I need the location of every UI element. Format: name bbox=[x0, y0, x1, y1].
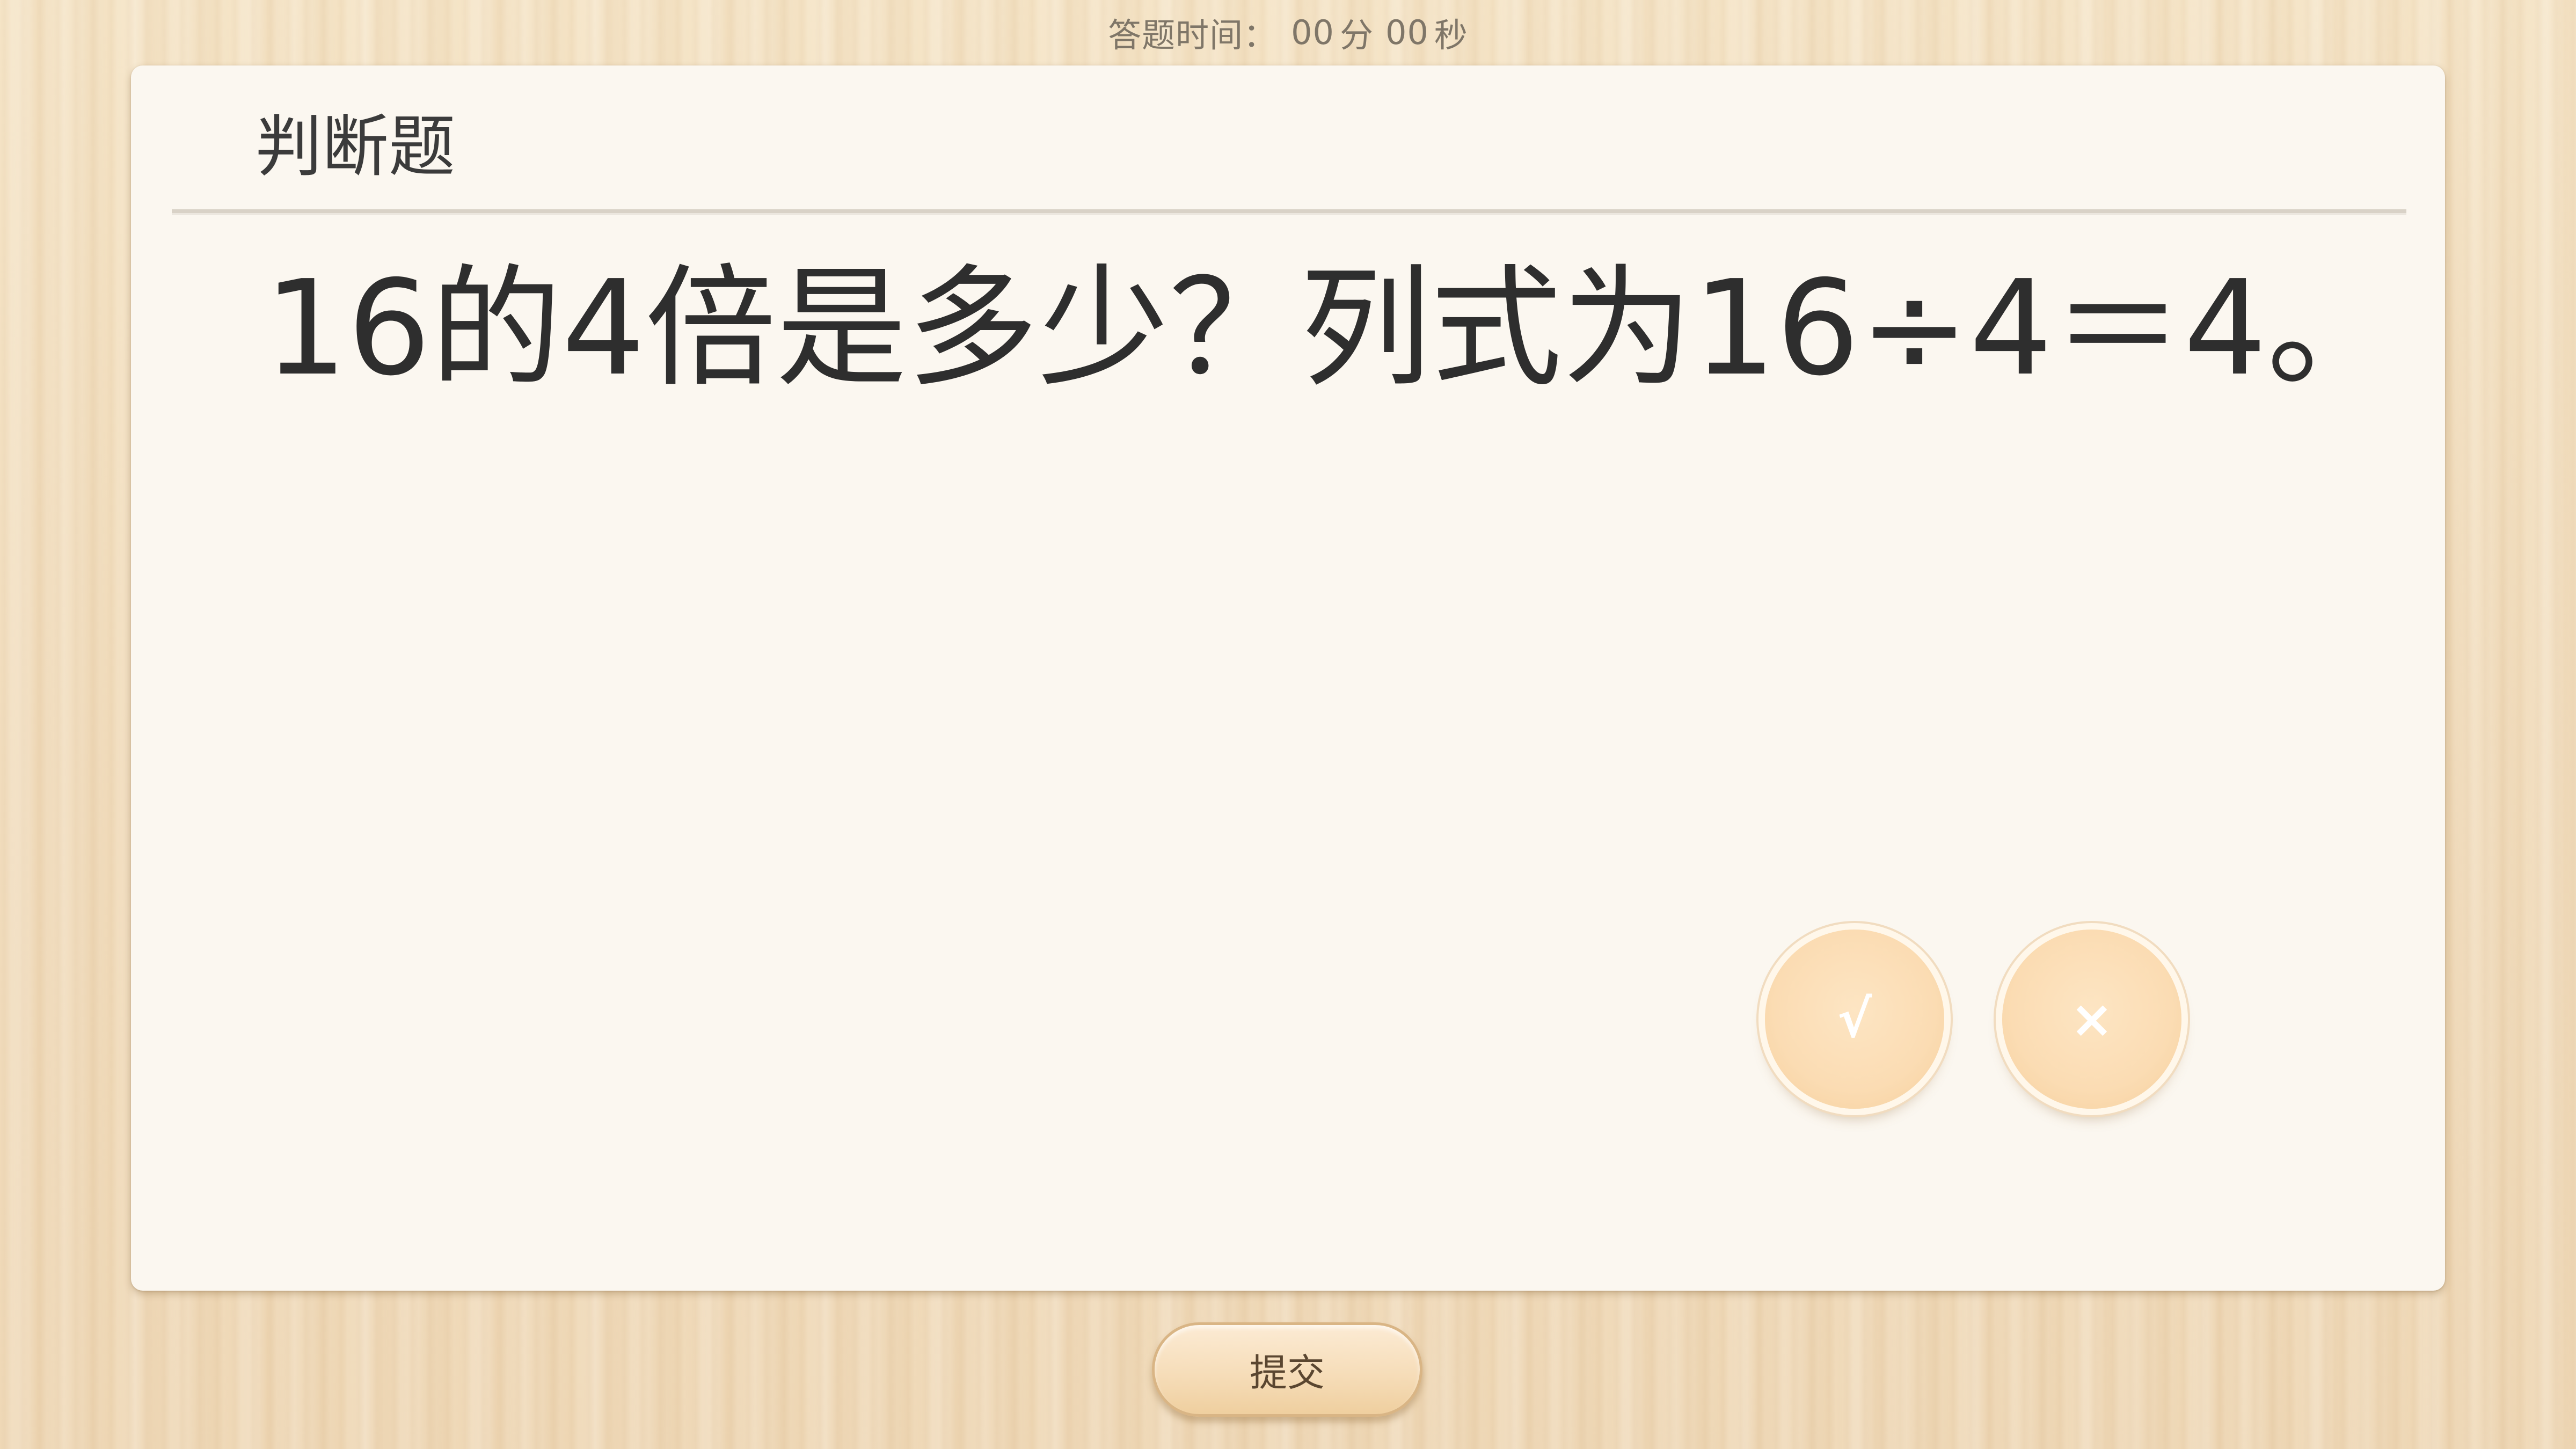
cross-icon: × bbox=[2070, 989, 2114, 1049]
submit-button[interactable]: 提交 bbox=[1152, 1322, 1422, 1417]
timer-label: 答题时间： bbox=[1108, 16, 1278, 55]
timer-seconds: 00 bbox=[1385, 12, 1429, 52]
timer-seconds-unit: 秒 bbox=[1434, 16, 1468, 55]
answer-timer: 答题时间： 00 分 00 秒 bbox=[0, 8, 2576, 57]
question-type-title: 判断题 bbox=[256, 108, 456, 186]
submit-label: 提交 bbox=[1250, 1350, 1325, 1395]
check-icon: √ bbox=[1837, 989, 1872, 1049]
false-answer-button[interactable]: × bbox=[2002, 930, 2181, 1109]
header-divider bbox=[172, 209, 2406, 215]
question-text: 16的4倍是多少？列式为16÷4＝4。 bbox=[264, 252, 2398, 405]
timer-minutes-unit: 分 bbox=[1339, 16, 1374, 55]
timer-minutes: 00 bbox=[1291, 12, 1334, 52]
true-answer-button[interactable]: √ bbox=[1765, 930, 1944, 1109]
